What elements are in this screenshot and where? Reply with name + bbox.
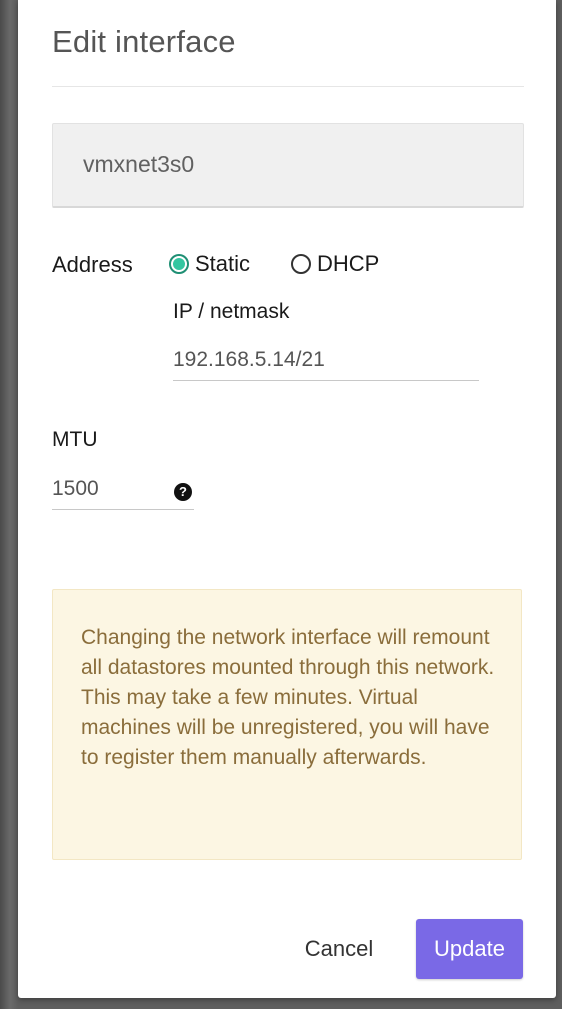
warning-text: Changing the network interface will remo… — [81, 626, 495, 769]
radio-dhcp[interactable]: DHCP — [291, 251, 379, 277]
mtu-input[interactable] — [52, 469, 194, 510]
question-circle-icon[interactable]: ? — [174, 483, 192, 501]
ip-netmask-label: IP / netmask — [173, 300, 290, 323]
radio-selected-icon[interactable] — [169, 254, 189, 274]
interface-name: vmxnet3s0 — [83, 151, 195, 177]
radio-dhcp-label[interactable]: DHCP — [317, 251, 379, 277]
dialog-title: Edit interface — [52, 24, 236, 59]
mtu-label: MTU — [52, 428, 98, 451]
edit-interface-dialog: Edit interface vmxnet3s0 Address Static … — [18, 0, 556, 998]
update-button[interactable]: Update — [416, 919, 523, 979]
warning-alert: Changing the network interface will remo… — [52, 589, 522, 860]
radio-unselected-icon[interactable] — [291, 254, 311, 274]
ip-netmask-input[interactable] — [173, 340, 479, 381]
radio-static-label[interactable]: Static — [195, 251, 250, 277]
radio-static[interactable]: Static — [169, 251, 250, 277]
cancel-button[interactable]: Cancel — [291, 920, 387, 978]
interface-name-box: vmxnet3s0 — [52, 123, 524, 208]
address-label: Address — [52, 252, 133, 277]
title-divider — [52, 86, 524, 87]
